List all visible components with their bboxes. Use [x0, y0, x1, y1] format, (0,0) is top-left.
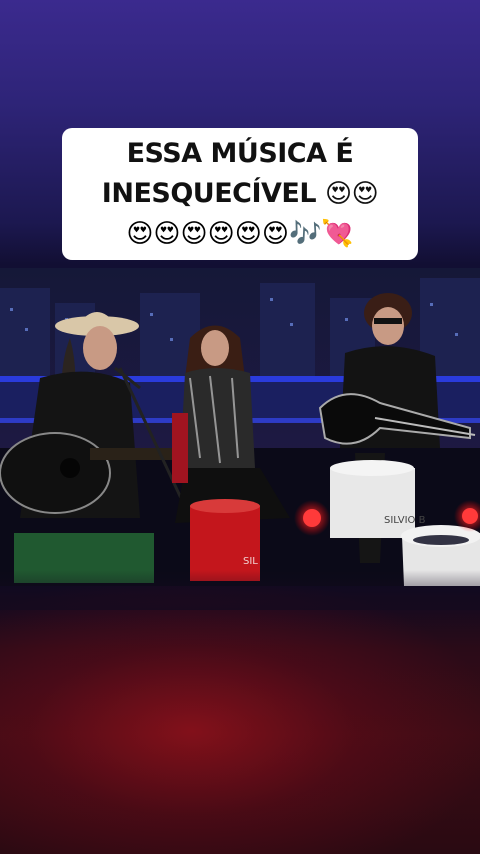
- red-stool: [190, 499, 260, 581]
- heart-eyes-icon: 😍😍: [324, 179, 379, 209]
- caption-line-2: INESQUECÍVEL 😍😍: [70, 174, 410, 214]
- video-player[interactable]: SIL SILVIO B: [0, 268, 480, 586]
- background-glow: [0, 580, 480, 854]
- video-bottom-fade: [0, 570, 480, 610]
- caption-line-1: ESSA MÚSICA É: [126, 138, 354, 169]
- stool-text-right: SILVIO B: [384, 515, 426, 526]
- white-stool: [330, 460, 415, 538]
- stool-text-left: SIL: [243, 556, 258, 567]
- video-frame: SIL SILVIO B: [0, 268, 480, 586]
- caption-line-2-text: INESQUECÍVEL: [101, 178, 317, 209]
- caption-box: ESSA MÚSICA É INESQUECÍVEL 😍😍 😍😍😍😍😍😍🎶💘: [62, 128, 418, 260]
- caption-line-3-emojis: 😍😍😍😍😍😍🎶💘: [126, 219, 354, 249]
